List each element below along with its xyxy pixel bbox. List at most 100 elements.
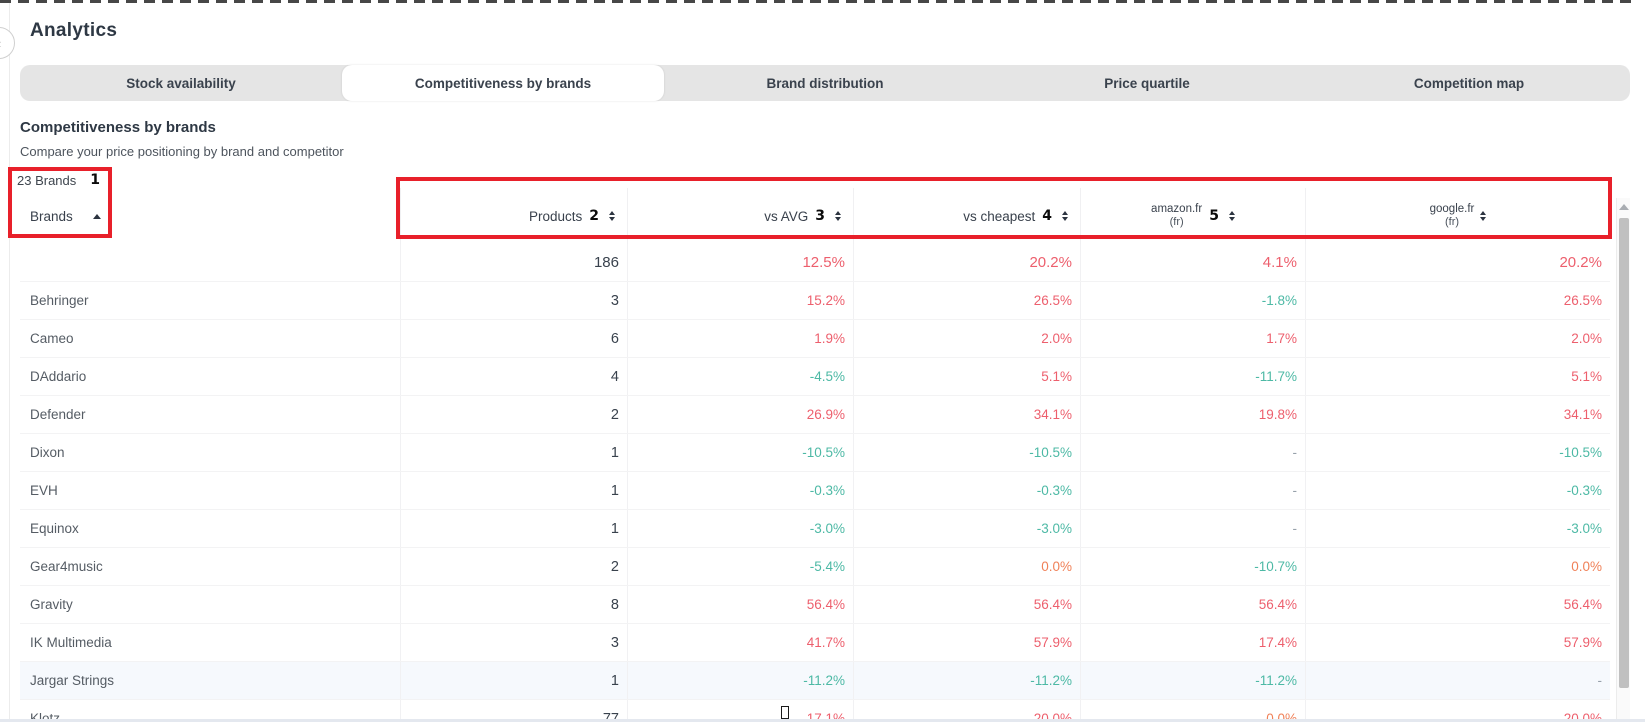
- column-header-label: amazon.fr(fr): [1151, 203, 1202, 229]
- vertical-scrollbar[interactable]: [1616, 198, 1630, 722]
- column-header-title: amazon.fr: [1151, 203, 1202, 216]
- table-row[interactable]: Equinox1-3.0%-3.0%--3.0%: [20, 510, 1610, 548]
- brand-cell: DAddario: [20, 358, 400, 395]
- table-header-row: Brands Products2 vs AVG 3 vs cheapest 4 amazon…: [20, 188, 1610, 244]
- sort-down-arrow: [1062, 217, 1068, 221]
- table-row[interactable]: Behringer315.2%26.5%-1.8%26.5%: [20, 282, 1610, 320]
- vs_avg-cell: -0.3%: [627, 472, 853, 509]
- analytics-page: ‹ Analytics Stock availabilityCompetitiv…: [0, 0, 1645, 722]
- products-cell: 1: [400, 434, 627, 471]
- products-cell: 4: [400, 358, 627, 395]
- panel-left-border: [9, 3, 10, 722]
- sort-up-icon: [93, 214, 101, 219]
- amazon-cell: 1.7%: [1080, 320, 1305, 357]
- sort-down-arrow: [609, 217, 615, 221]
- table-row[interactable]: 18612.5%20.2%4.1%20.2%: [20, 244, 1610, 282]
- page-title: Analytics: [30, 20, 117, 42]
- column-header-vs-cheapest[interactable]: vs cheapest 4: [853, 188, 1080, 244]
- vs_avg-cell: 12.5%: [627, 244, 853, 281]
- vs_cheapest-cell: 34.1%: [853, 396, 1080, 433]
- tab-brand-distribution[interactable]: Brand distribution: [664, 65, 986, 101]
- tab-competitiveness-by-brands[interactable]: Competitiveness by brands: [342, 65, 664, 101]
- column-header-vs-avg[interactable]: vs AVG 3: [627, 188, 853, 244]
- sort-updown-icon: [835, 211, 841, 221]
- google-cell: 57.9%: [1305, 624, 1610, 661]
- mouse-cursor: [781, 706, 789, 719]
- amazon-cell: -11.2%: [1080, 662, 1305, 699]
- column-header-products[interactable]: Products2: [400, 188, 627, 244]
- sidebar-collapse-button[interactable]: ‹: [0, 27, 15, 59]
- column-header-label: vs AVG: [764, 209, 808, 224]
- google-cell: 26.5%: [1305, 282, 1610, 319]
- google-cell: -0.3%: [1305, 472, 1610, 509]
- brand-cell: Equinox: [20, 510, 400, 547]
- annotation-label-4: 4: [1042, 208, 1052, 224]
- amazon-cell: -: [1080, 510, 1305, 547]
- brands-count: 23 Brands 1: [17, 172, 100, 188]
- tab-competition-map[interactable]: Competition map: [1308, 65, 1630, 101]
- column-header-title: google.fr: [1430, 203, 1475, 216]
- vs_cheapest-cell: 5.1%: [853, 358, 1080, 395]
- vs_cheapest-cell: -11.2%: [853, 662, 1080, 699]
- products-cell: 8: [400, 586, 627, 623]
- brand-cell: Behringer: [20, 282, 400, 319]
- annotation-label-2: 2: [589, 208, 599, 224]
- vs_avg-cell: 15.2%: [627, 282, 853, 319]
- vs_cheapest-cell: 0.0%: [853, 548, 1080, 585]
- annotation-label-3: 3: [815, 208, 825, 224]
- sort-up-arrow: [609, 211, 615, 215]
- sort-updown-icon: [1480, 211, 1486, 221]
- table-row[interactable]: Jargar Strings1-11.2%-11.2%-11.2%-: [20, 662, 1610, 700]
- vs_avg-cell: 26.9%: [627, 396, 853, 433]
- table-row[interactable]: IK Multimedia341.7%57.9%17.4%57.9%: [20, 624, 1610, 662]
- column-header-brands[interactable]: Brands: [20, 188, 400, 244]
- column-header-label: vs cheapest: [963, 209, 1035, 224]
- sort-updown-icon: [1229, 211, 1235, 221]
- table-row[interactable]: DAddario4-4.5%5.1%-11.7%5.1%: [20, 358, 1610, 396]
- amazon-cell: -11.7%: [1080, 358, 1305, 395]
- brand-cell: IK Multimedia: [20, 624, 400, 661]
- table-row[interactable]: EVH1-0.3%-0.3%--0.3%: [20, 472, 1610, 510]
- scroll-up-arrow-icon[interactable]: [1619, 204, 1629, 210]
- amazon-cell: 56.4%: [1080, 586, 1305, 623]
- vs_avg-cell: 1.9%: [627, 320, 853, 357]
- table-row[interactable]: Dixon1-10.5%-10.5%--10.5%: [20, 434, 1610, 472]
- column-header-amazon-fr[interactable]: amazon.fr(fr)5: [1080, 188, 1305, 244]
- sort-up-arrow: [1480, 211, 1486, 215]
- vs_cheapest-cell: 2.0%: [853, 320, 1080, 357]
- scrollbar-thumb[interactable]: [1619, 218, 1629, 688]
- products-cell: 186: [400, 244, 627, 281]
- competitiveness-table: Brands Products2 vs AVG 3 vs cheapest 4 amazon…: [20, 188, 1610, 722]
- sort-down-arrow: [1229, 217, 1235, 221]
- google-cell: 34.1%: [1305, 396, 1610, 433]
- table-row[interactable]: Gravity856.4%56.4%56.4%56.4%: [20, 586, 1610, 624]
- vs_cheapest-cell: 20.2%: [853, 244, 1080, 281]
- table-body: 18612.5%20.2%4.1%20.2%Behringer315.2%26.…: [20, 244, 1610, 722]
- brand-cell: Gear4music: [20, 548, 400, 585]
- vs_avg-cell: 41.7%: [627, 624, 853, 661]
- products-cell: 2: [400, 548, 627, 585]
- amazon-cell: -: [1080, 434, 1305, 471]
- vs_cheapest-cell: 26.5%: [853, 282, 1080, 319]
- amazon-cell: 4.1%: [1080, 244, 1305, 281]
- tab-price-quartile[interactable]: Price quartile: [986, 65, 1308, 101]
- brand-cell: Dixon: [20, 434, 400, 471]
- column-header-label: Brands: [30, 209, 73, 224]
- table-row[interactable]: Cameo61.9%2.0%1.7%2.0%: [20, 320, 1610, 358]
- column-header-google-fr[interactable]: google.fr(fr): [1305, 188, 1610, 244]
- table-row[interactable]: Defender226.9%34.1%19.8%34.1%: [20, 396, 1610, 434]
- top-dashed-border: [0, 0, 1632, 3]
- column-header-subtitle: (fr): [1151, 216, 1202, 229]
- brands-count-label: 23 Brands: [17, 173, 76, 188]
- table-row[interactable]: Gear4music2-5.4%0.0%-10.7%0.0%: [20, 548, 1610, 586]
- brand-cell: Cameo: [20, 320, 400, 357]
- brand-cell: Defender: [20, 396, 400, 433]
- column-header-subtitle: (fr): [1430, 216, 1475, 229]
- products-cell: 3: [400, 282, 627, 319]
- section-title: Competitiveness by brands: [20, 119, 216, 136]
- amazon-cell: 17.4%: [1080, 624, 1305, 661]
- vs_avg-cell: -3.0%: [627, 510, 853, 547]
- tab-stock-availability[interactable]: Stock availability: [20, 65, 342, 101]
- sort-down-arrow: [835, 217, 841, 221]
- vs_avg-cell: -5.4%: [627, 548, 853, 585]
